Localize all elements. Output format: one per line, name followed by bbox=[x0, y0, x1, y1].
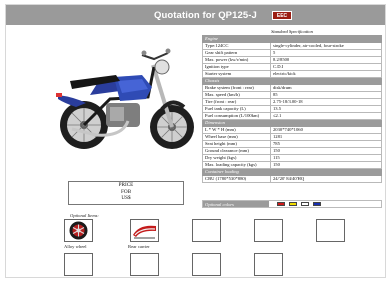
spec-section-title: Container loading bbox=[202, 168, 382, 176]
spec-row: Ignition type C.D.I bbox=[202, 63, 382, 71]
spec-value: 2.75-18/3.00-18 bbox=[270, 98, 382, 106]
spec-row: Dry weight (kgs) 115 bbox=[202, 154, 382, 162]
color-swatch-white bbox=[301, 202, 309, 206]
caption-rear-carrier: Rear carrier bbox=[128, 244, 150, 249]
spec-value: 13.5 bbox=[270, 105, 382, 113]
spec-label: Fuel consumption (L/100km) bbox=[202, 112, 271, 120]
option-slot-9 bbox=[254, 253, 283, 276]
spec-value: 1281 bbox=[270, 133, 382, 141]
motorcycle-photo bbox=[56, 48, 194, 149]
spec-row: Starter system electric/kick bbox=[202, 70, 382, 78]
rear-carrier-icon bbox=[133, 225, 156, 239]
spec-row: Seat height (mm) 785 bbox=[202, 140, 382, 148]
spec-label: Seat height (mm) bbox=[202, 140, 271, 148]
optional-items-label: Optional Items: bbox=[70, 213, 99, 218]
spec-value: disk/drum bbox=[270, 84, 382, 92]
spec-row: Brake system (front : rear) disk/drum bbox=[202, 84, 382, 92]
spec-value: single-cylinder, air-cooled, four-stroke bbox=[270, 42, 382, 50]
spec-value: 24/'20' 84/40'HQ bbox=[270, 175, 382, 183]
spec-label: Gear shift pattern bbox=[202, 49, 271, 57]
spec-label: L * W * H (mm) bbox=[202, 126, 271, 134]
spec-label: Starter system bbox=[202, 70, 271, 78]
spec-label: Ignition type bbox=[202, 63, 271, 71]
quotation-sheet: Quotation for QP125-J EEC Standard Speci… bbox=[5, 4, 386, 278]
alloy-wheel-icon bbox=[69, 221, 88, 240]
spec-value: 115 bbox=[270, 154, 382, 162]
spec-value: 150 bbox=[270, 147, 382, 155]
spec-value: 8.2/8500 bbox=[270, 56, 382, 64]
spec-value: 2030*740*1060 bbox=[270, 126, 382, 134]
spec-label: Fuel tank capacity (L) bbox=[202, 105, 271, 113]
spec-row: Max. loading capacity (kgs) 150 bbox=[202, 161, 382, 169]
spec-label: Ground clearance (mm) bbox=[202, 147, 271, 155]
option-slot-7 bbox=[130, 253, 159, 276]
spec-value: 785 bbox=[270, 140, 382, 148]
spec-label: CBU (1780*530*880) bbox=[202, 175, 271, 183]
spec-row: L * W * H (mm) 2030*740*1060 bbox=[202, 126, 382, 134]
caption-alloy-wheel: Alloy wheel bbox=[64, 244, 87, 249]
specification-table: Standard Specification Engine Type:124CC si… bbox=[202, 29, 382, 183]
optional-colors-row: Optional colors bbox=[202, 200, 382, 208]
spec-label: Max. speed (km/h) bbox=[202, 91, 271, 99]
header-bar: Quotation for QP125-J EEC bbox=[6, 5, 385, 25]
spec-row: CBU (1780*530*880) 24/'20' 84/40'HQ bbox=[202, 175, 382, 183]
document-title: Quotation for QP125-J bbox=[154, 10, 257, 21]
page: Quotation for QP125-J EEC Standard Speci… bbox=[0, 0, 392, 282]
price-box: PRICE FOB US$ bbox=[68, 181, 184, 205]
spec-label: Tire (front : rear) bbox=[202, 98, 271, 106]
color-swatch-blue bbox=[313, 202, 321, 206]
headlight bbox=[154, 59, 170, 75]
color-swatch-yellow bbox=[289, 202, 297, 206]
option-rear-carrier bbox=[130, 219, 159, 242]
spec-row: Ground clearance (mm) 150 bbox=[202, 147, 382, 155]
option-slot-3 bbox=[192, 219, 221, 242]
spec-row: Max. speed (km/h) 85 bbox=[202, 91, 382, 99]
option-slot-5 bbox=[316, 219, 345, 242]
spec-row: Fuel tank capacity (L) 13.5 bbox=[202, 105, 382, 113]
spec-row: Type:124CC single-cylinder, air-cooled, f… bbox=[202, 42, 382, 50]
spec-label: Brake system (front : rear) bbox=[202, 84, 271, 92]
spec-label: Max. power (kw/r/min) bbox=[202, 56, 271, 64]
spec-section-title: Dimension bbox=[202, 119, 382, 127]
spec-value: 85 bbox=[270, 91, 382, 99]
spec-row: Gear shift pattern 5 bbox=[202, 49, 382, 57]
color-swatch-red bbox=[277, 202, 285, 206]
spec-section-title: Chassis bbox=[202, 77, 382, 85]
option-slot-8 bbox=[192, 253, 221, 276]
spec-label: Max. loading capacity (kgs) bbox=[202, 161, 271, 169]
option-alloy-wheel bbox=[64, 219, 93, 242]
option-slot-6 bbox=[64, 253, 93, 276]
spec-section-title: Engine bbox=[202, 35, 382, 43]
spec-label: Type:124CC bbox=[202, 42, 271, 50]
spec-label: Wheel base (mm) bbox=[202, 133, 271, 141]
spec-row: Fuel consumption (L/100km) ≤2.1 bbox=[202, 112, 382, 120]
spec-row: Max. power (kw/r/min) 8.2/8500 bbox=[202, 56, 382, 64]
spec-value: ≤2.1 bbox=[270, 112, 382, 120]
optional-colors-label: Optional colors bbox=[203, 201, 269, 207]
spec-value: C.D.I bbox=[270, 63, 382, 71]
spec-value: 150 bbox=[270, 161, 382, 169]
spec-row: Tire (front : rear) 2.75-18/3.00-18 bbox=[202, 98, 382, 106]
brand-logo: EEC bbox=[272, 11, 292, 20]
spec-value: electric/kick bbox=[270, 70, 382, 78]
spec-value: 5 bbox=[270, 49, 382, 57]
spec-row: Wheel base (mm) 1281 bbox=[202, 133, 382, 141]
currency-label: US$ bbox=[121, 195, 131, 201]
tail-light bbox=[56, 93, 62, 97]
option-slot-4 bbox=[254, 219, 283, 242]
spec-label: Dry weight (kgs) bbox=[202, 154, 271, 162]
